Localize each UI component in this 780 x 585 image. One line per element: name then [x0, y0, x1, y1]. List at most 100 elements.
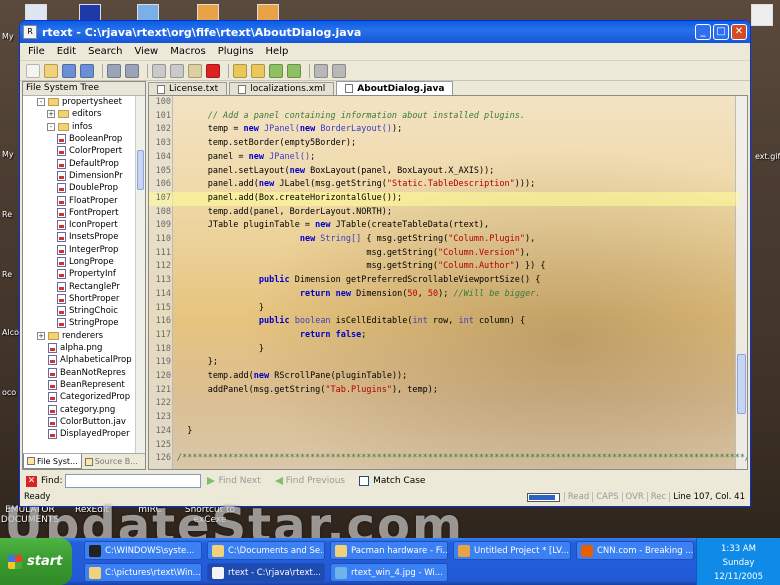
- java-file-icon: [57, 134, 66, 145]
- tree-item[interactable]: + renderers: [23, 330, 136, 342]
- tree-item[interactable]: ColorPropert: [23, 145, 136, 157]
- close-button[interactable]: ✕: [731, 24, 747, 40]
- line-number: 107: [155, 192, 171, 203]
- tree-item[interactable]: IconPropert: [23, 219, 136, 231]
- close-find-icon[interactable]: ✕: [26, 475, 37, 487]
- expand-toggle-icon[interactable]: -: [37, 98, 45, 107]
- rtext-icon: [212, 566, 224, 579]
- taskbar-button-label: Untitled Project * [LV...: [474, 545, 570, 556]
- taskbar-button[interactable]: C:\Documents and Se...: [207, 541, 325, 560]
- undo-icon[interactable]: [314, 63, 328, 78]
- menu-plugins[interactable]: Plugins: [212, 46, 260, 57]
- find-input[interactable]: [65, 474, 202, 488]
- expand-toggle-icon[interactable]: -: [47, 122, 55, 131]
- taskbar-button[interactable]: CNN.com - Breaking ...: [576, 541, 694, 560]
- menu-macros[interactable]: Macros: [164, 46, 211, 57]
- tree-item[interactable]: ColorButton.jav: [23, 416, 136, 428]
- tab-source-browser[interactable]: Source B...: [82, 454, 141, 469]
- expand-toggle-icon[interactable]: +: [37, 331, 45, 340]
- expand-toggle-icon[interactable]: +: [47, 110, 55, 119]
- tree-scroll-thumb[interactable]: [137, 150, 144, 190]
- taskbar-button-label: C:\pictures\rtext\Win...: [105, 567, 201, 578]
- paste-icon[interactable]: [188, 63, 202, 78]
- java-file-icon: [48, 392, 57, 403]
- editor-tab[interactable]: AboutDialog.java: [336, 81, 454, 95]
- save-all-icon[interactable]: [80, 63, 94, 78]
- match-case-checkbox[interactable]: [359, 476, 370, 486]
- taskbar-button[interactable]: C:\WINDOWS\syste...: [84, 541, 202, 560]
- find-previous-button[interactable]: Find Previous: [274, 476, 345, 486]
- tree-item[interactable]: BooleanProp: [23, 133, 136, 145]
- tree-item[interactable]: DoubleProp: [23, 182, 136, 194]
- editor-tab-label: License.txt: [169, 84, 219, 94]
- tree-item[interactable]: BeanNotRepres: [23, 367, 136, 379]
- tree-item[interactable]: LongPrope: [23, 256, 136, 268]
- cut-icon[interactable]: [152, 63, 166, 78]
- menu-file[interactable]: File: [22, 46, 51, 57]
- tree-item[interactable]: + editors: [23, 108, 136, 120]
- tree-item[interactable]: FontPropert: [23, 207, 136, 219]
- tree-item[interactable]: ShortProper: [23, 293, 136, 305]
- replace-next-icon[interactable]: [287, 63, 301, 78]
- menu-search[interactable]: Search: [82, 46, 128, 57]
- print-preview-icon[interactable]: [125, 63, 139, 78]
- tree-item[interactable]: AlphabeticalProp: [23, 354, 136, 366]
- taskbar-button[interactable]: rtext_win_4.jpg - Wi...: [330, 563, 448, 582]
- find-next-button[interactable]: Find Next: [207, 476, 261, 486]
- tree-item[interactable]: RectanglePr: [23, 280, 136, 292]
- code-token: false: [330, 329, 362, 340]
- save-icon[interactable]: [62, 63, 76, 78]
- code-line: temp.setBorder(empty5Border);: [149, 137, 739, 151]
- tree-item[interactable]: CategorizedProp: [23, 391, 136, 403]
- find-next-icon[interactable]: [251, 63, 265, 78]
- app-icon: R: [23, 25, 37, 39]
- find-icon[interactable]: [233, 63, 247, 78]
- code-editor[interactable]: 100 // Add a panel containing informatio…: [148, 95, 748, 470]
- delete-icon[interactable]: [206, 63, 220, 78]
- tree-item[interactable]: alpha.png: [23, 342, 136, 354]
- start-button[interactable]: start: [0, 538, 72, 585]
- taskbar-button[interactable]: Pacman hardware - Fi...: [330, 541, 448, 560]
- tree-scrollbar[interactable]: [135, 96, 145, 455]
- tree-item[interactable]: StringChoic: [23, 305, 136, 317]
- editor-tab[interactable]: License.txt: [148, 82, 228, 95]
- menu-view[interactable]: View: [128, 46, 164, 57]
- code-token: new: [243, 124, 259, 135]
- maximize-button[interactable]: □: [713, 24, 729, 40]
- line-number: 116: [155, 316, 171, 327]
- tree-item-label: DisplayedProper: [60, 429, 130, 440]
- tree-item[interactable]: StringPrope: [23, 317, 136, 329]
- code-token: int: [412, 316, 428, 327]
- new-icon[interactable]: [26, 63, 40, 78]
- tree-item[interactable]: BeanRepresent: [23, 379, 136, 391]
- java-file-icon: [57, 183, 66, 194]
- taskbar-button[interactable]: C:\pictures\rtext\Win...: [84, 563, 202, 582]
- tree-item[interactable]: InsetsPrope: [23, 231, 136, 243]
- copy-icon[interactable]: [170, 63, 184, 78]
- menu-edit[interactable]: Edit: [51, 46, 82, 57]
- taskbar-button[interactable]: Untitled Project * [LV...: [453, 541, 571, 560]
- tab-file-system[interactable]: File Syst...: [23, 454, 82, 469]
- tree-item[interactable]: category.png: [23, 403, 136, 415]
- code-token: { msg.getString(: [361, 234, 449, 244]
- tree-item[interactable]: DefaultProp: [23, 157, 136, 169]
- tree-item[interactable]: PropertyInf: [23, 268, 136, 280]
- replace-icon[interactable]: [269, 63, 283, 78]
- title-bar[interactable]: R rtext - C:\rjava\rtext\org\fife\rtext\…: [20, 21, 750, 43]
- tree-item[interactable]: FloatProper: [23, 194, 136, 206]
- menu-help[interactable]: Help: [260, 46, 295, 57]
- tree-item[interactable]: DisplayedProper: [23, 428, 136, 440]
- minimize-button[interactable]: _: [695, 24, 711, 40]
- print-icon[interactable]: [107, 63, 121, 78]
- tree-item[interactable]: - infos: [23, 121, 136, 133]
- open-icon[interactable]: [44, 63, 58, 78]
- redo-icon[interactable]: [332, 63, 346, 78]
- find-next-label: Find Next: [218, 476, 261, 486]
- tree-item[interactable]: IntegerProp: [23, 244, 136, 256]
- tree-item[interactable]: DimensionPr: [23, 170, 136, 182]
- editor-tab[interactable]: localizations.xml: [229, 82, 335, 95]
- tree-item[interactable]: - propertysheet: [23, 96, 136, 108]
- taskbar-button[interactable]: rtext - C:\rjava\rtext...: [207, 563, 325, 582]
